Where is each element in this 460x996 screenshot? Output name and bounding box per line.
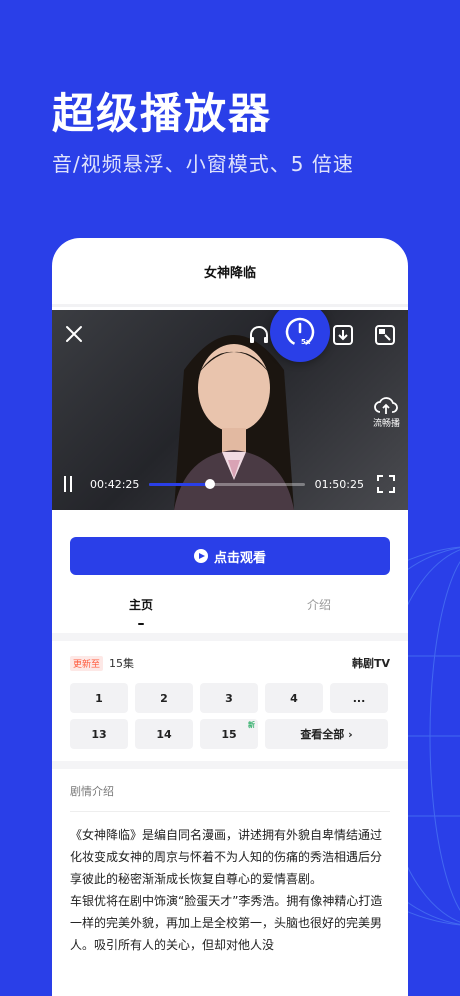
section-gap-2	[52, 761, 408, 769]
section-gap	[52, 633, 408, 641]
tab-active-indicator	[138, 622, 144, 625]
episode-15-button[interactable]: 15 新	[200, 719, 258, 749]
synopsis-title: 剧情介绍	[70, 783, 390, 812]
episode-4-button[interactable]: 4	[265, 683, 323, 713]
total-time: 01:50:25	[314, 477, 364, 491]
page-title: 女神降临	[203, 265, 256, 281]
new-tag: 新	[248, 721, 255, 729]
episode-section: 更新至 15集 韩剧TV 1 2 3 4 ... 13 14 15 新 查看全部…	[52, 641, 408, 761]
synopsis-section: 剧情介绍 《女神降临》是编自同名漫画，讲述拥有外貌自卑情结通过化妆变成女神的周京…	[52, 769, 408, 970]
episode-1-button[interactable]: 1	[70, 683, 128, 713]
fullscreen-icon[interactable]	[376, 474, 396, 494]
tab-home[interactable]: 主页	[52, 587, 230, 633]
episode-count: 15集	[109, 657, 135, 670]
play-icon	[193, 549, 208, 563]
pause-icon[interactable]	[64, 476, 78, 492]
picture-in-picture-icon[interactable]	[374, 324, 396, 346]
synopsis-paragraph-1: 《女神降临》是编自同名漫画，讲述拥有外貌自卑情结通过化妆变成女神的周京与怀着不为…	[70, 828, 383, 886]
episode-source[interactable]: 韩剧TV	[352, 655, 390, 671]
synopsis-paragraph-2: 车银优将在剧中饰演“脸蛋天才”李秀浩。拥有像神精心打造一样的完美外貌，再加上是全…	[70, 894, 383, 952]
download-icon[interactable]	[332, 324, 354, 346]
headphones-icon[interactable]	[248, 324, 270, 346]
smooth-play-label: 流畅播	[372, 419, 400, 429]
promo-subline: 音/视频悬浮、小窗模式、5 倍速	[52, 152, 354, 176]
tab-bar: 主页 介绍	[52, 587, 408, 633]
speed-gauge-icon: 5x	[285, 317, 315, 347]
watch-button-label: 点击观看	[213, 550, 266, 566]
tab-home-label: 主页	[128, 597, 153, 612]
speed-label: 5x	[301, 338, 311, 346]
tab-intro[interactable]: 介绍	[230, 587, 408, 633]
episode-13-button[interactable]: 13	[70, 719, 128, 749]
update-badge: 更新至	[70, 655, 104, 671]
episode-grid: 1 2 3 4 ... 13 14 15 新 查看全部 ›	[70, 683, 390, 749]
synopsis-text: 《女神降临》是编自同名漫画，讲述拥有外貌自卑情结通过化妆变成女神的周京与怀着不为…	[70, 824, 390, 956]
progress-fill	[149, 482, 210, 486]
view-all-episodes-button[interactable]: 查看全部 ›	[265, 719, 388, 749]
tab-intro-label: 介绍	[306, 597, 331, 612]
episode-more-button[interactable]: ...	[330, 683, 388, 713]
smooth-play-button[interactable]: 流畅播	[373, 396, 400, 429]
close-icon[interactable]	[64, 324, 84, 344]
player-controls: 00:42:25 01:50:25	[52, 472, 408, 496]
divider	[52, 304, 408, 307]
current-time: 00:42:25	[90, 477, 140, 491]
phone-screen: 女神降临 5x 流畅播 00:42:25 01:50:25 点击观看 主页 介绍…	[52, 238, 408, 996]
episode-2-button[interactable]: 2	[135, 683, 193, 713]
episode-14-button[interactable]: 14	[135, 719, 193, 749]
cloud-upload-icon	[374, 397, 399, 414]
episode-3-button[interactable]: 3	[200, 683, 258, 713]
promo-headline: 超级播放器	[52, 89, 273, 138]
video-player[interactable]: 5x 流畅播 00:42:25 01:50:25	[52, 310, 408, 510]
watch-button[interactable]: 点击观看	[70, 537, 390, 575]
progress-knob[interactable]	[204, 478, 215, 489]
progress-bar[interactable]	[149, 478, 305, 489]
episode-header: 更新至 15集 韩剧TV	[70, 655, 390, 671]
episode-15-label: 15	[221, 727, 237, 741]
